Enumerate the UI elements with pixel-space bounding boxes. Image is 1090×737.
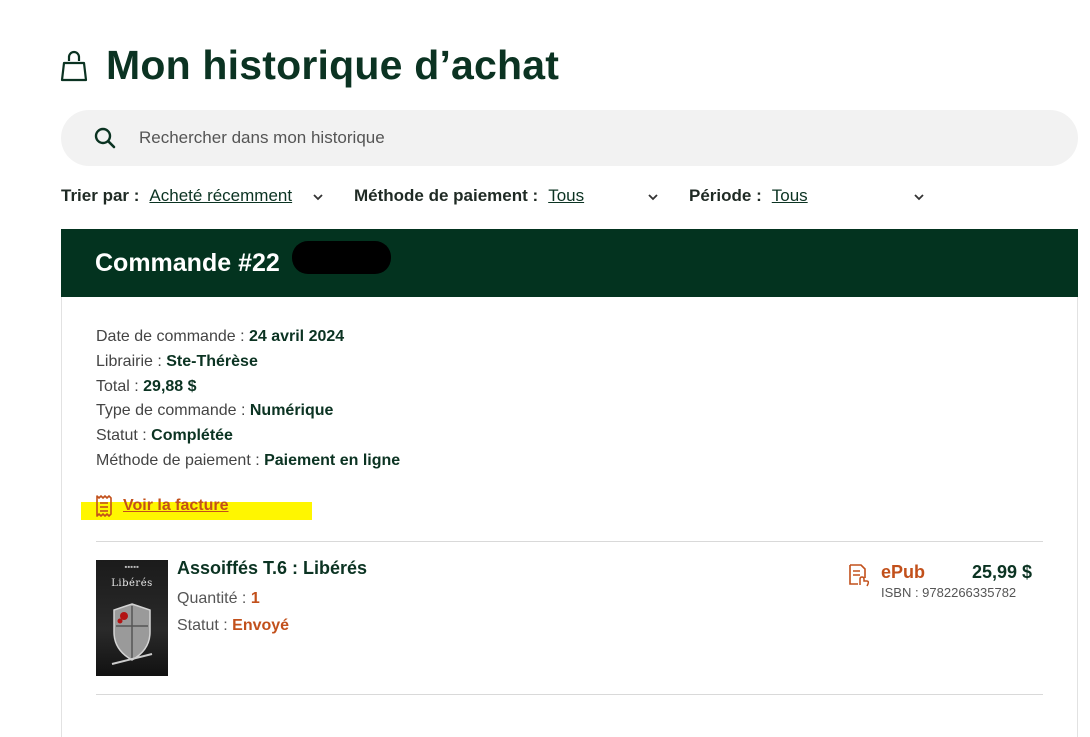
shopping-bag-icon — [60, 50, 88, 81]
chevron-down-icon[interactable] — [312, 191, 324, 203]
product-price: 25,99 $ — [971, 562, 1032, 582]
product-title[interactable]: Assoiffés T.6 : Libérés — [177, 558, 367, 579]
detail-payment: Méthode de paiement : Paiement en ligne — [96, 451, 401, 469]
detail-type: Type de commande : Numérique — [96, 402, 334, 420]
product-isbn: ISBN : 9782266335782 — [881, 585, 1017, 600]
cover-title: Libérés — [111, 578, 153, 589]
chevron-down-icon[interactable] — [647, 191, 659, 203]
page-title: Mon historique d’achat — [106, 42, 560, 88]
payment-select[interactable]: Tous — [548, 186, 584, 206]
shield-illustration — [111, 603, 153, 665]
divider — [96, 694, 1043, 695]
ebook-icon — [849, 564, 870, 587]
detail-date: Date de commande : 24 avril 2024 — [96, 328, 345, 345]
order-header: Commande #22 — [61, 229, 1078, 297]
period-label: Période : — [689, 186, 762, 205]
page-header: Mon historique d’achat — [60, 42, 559, 89]
period-filter[interactable]: Période : Tous — [689, 186, 808, 206]
search-icon[interactable] — [93, 126, 117, 150]
view-invoice-link[interactable]: Voir la facture — [95, 494, 229, 518]
order-title: Commande #22 — [95, 248, 280, 277]
divider — [96, 541, 1043, 542]
view-invoice-label[interactable]: Voir la facture — [123, 497, 229, 515]
detail-status: Statut : Complétée — [96, 427, 233, 445]
book-cover[interactable]: ■■■■■ Libérés — [96, 560, 168, 676]
sort-label: Trier par : — [61, 186, 140, 205]
product-status: Statut : Envoyé — [177, 617, 290, 634]
search-bar[interactable] — [61, 110, 1078, 166]
detail-store: Librairie : Ste-Thérèse — [96, 352, 258, 370]
order-details: Date de commande : 24 avril 2024 Librair… — [96, 325, 400, 474]
search-input[interactable] — [137, 127, 1078, 149]
sort-filter[interactable]: Trier par : Acheté récemment — [61, 186, 292, 206]
payment-label: Méthode de paiement : — [354, 186, 539, 205]
receipt-icon — [96, 495, 112, 517]
payment-filter[interactable]: Méthode de paiement : Tous — [354, 186, 584, 206]
product-format: ePub — [881, 562, 926, 582]
redaction-mark — [292, 241, 391, 274]
chevron-down-icon[interactable] — [913, 191, 925, 203]
sort-select[interactable]: Acheté récemment — [149, 186, 292, 206]
product-quantity: Quantité : 1 — [177, 590, 260, 607]
period-select[interactable]: Tous — [772, 186, 808, 206]
detail-total: Total : 29,88 $ — [96, 377, 197, 395]
